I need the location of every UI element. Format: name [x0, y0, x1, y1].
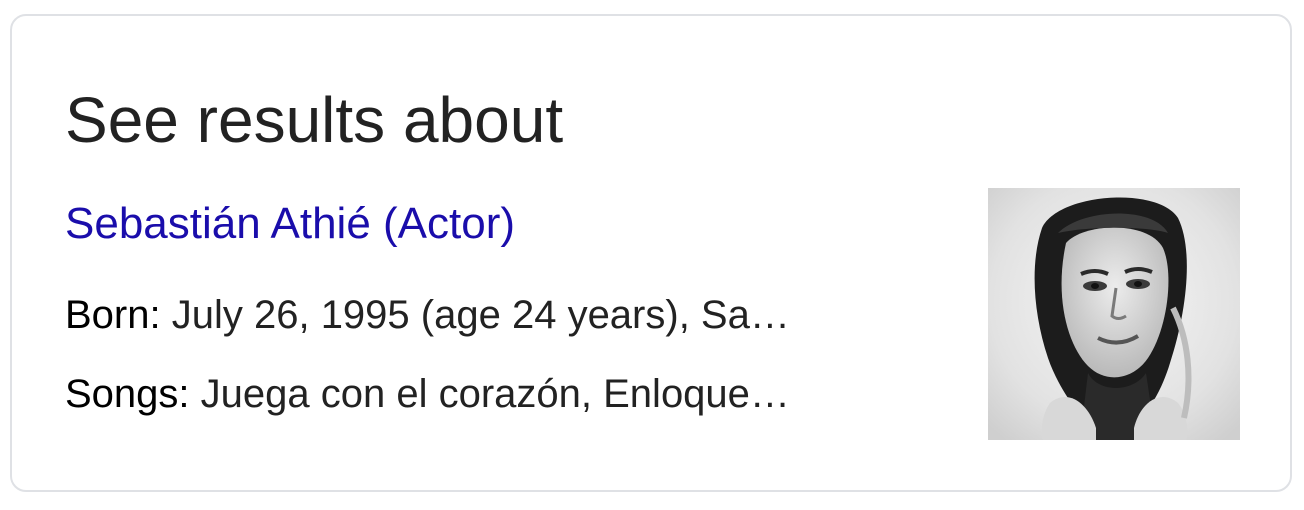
see-results-about-card: See results about Sebastián Athié (Actor… [10, 14, 1292, 492]
fact-songs: Songs: Juega con el corazón, Enloque… [65, 369, 955, 419]
section-heading: See results about [65, 84, 564, 156]
fact-value: July 26, 1995 (age 24 years), Sa… [160, 293, 790, 337]
fact-label: Born: [65, 293, 161, 337]
portrait-photo-icon [988, 188, 1240, 440]
fact-value: Juega con el corazón, Enloque… [189, 372, 790, 416]
fact-born: Born: July 26, 1995 (age 24 years), Sa… [65, 290, 955, 340]
fact-label: Songs: [65, 372, 190, 416]
entity-thumbnail-image[interactable] [988, 188, 1240, 440]
